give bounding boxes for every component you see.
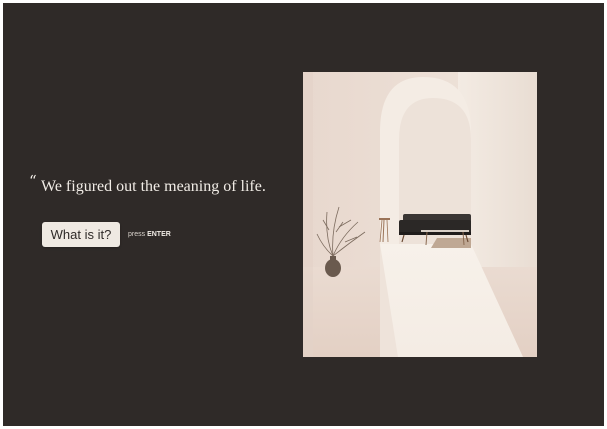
hint-key: ENTER — [147, 231, 171, 238]
form-screen: “ We figured out the meaning of life. Wh… — [3, 3, 604, 426]
keyboard-hint: press ENTER — [128, 230, 171, 239]
hint-prefix: press — [128, 231, 146, 238]
what-is-it-button[interactable]: What is it? — [42, 222, 120, 247]
interior-photo-illustration — [303, 72, 537, 357]
quote-mark-icon: “ — [29, 172, 37, 190]
question-text: We figured out the meaning of life. — [41, 178, 266, 195]
interior-photo — [303, 72, 537, 357]
